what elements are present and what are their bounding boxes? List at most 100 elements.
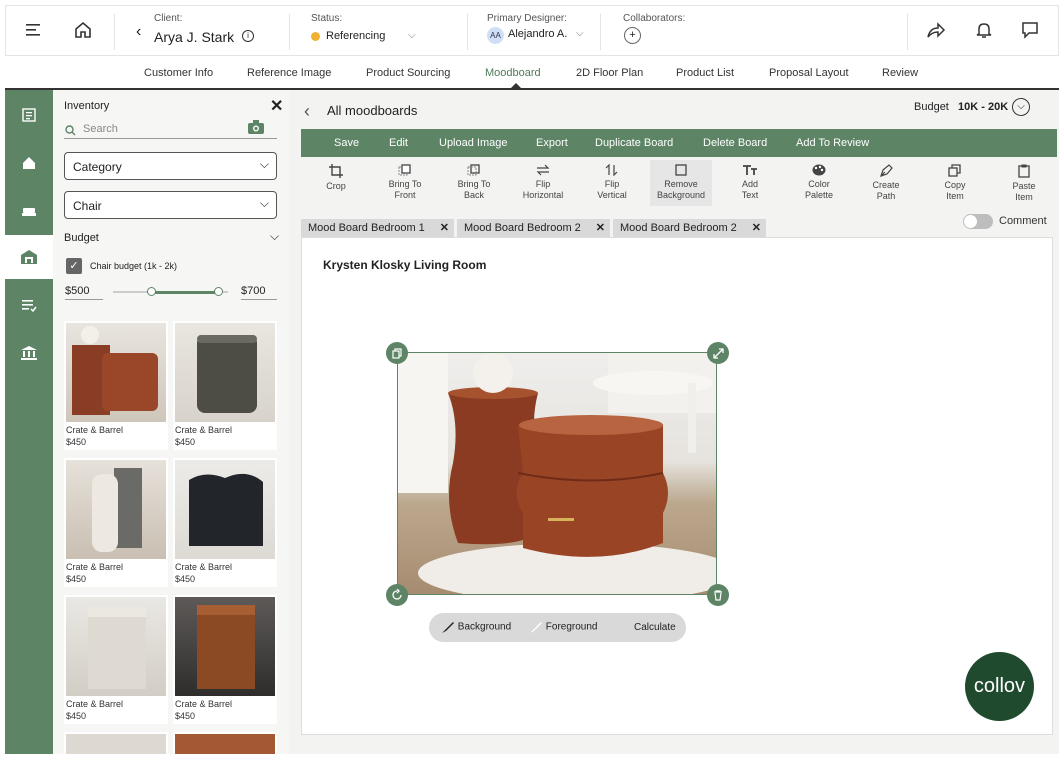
chair-budget-checkbox[interactable]: ✓	[66, 258, 82, 274]
min-price-input[interactable]: $500	[65, 285, 103, 300]
delete-handle[interactable]	[707, 584, 729, 606]
product-card[interactable]: Crate & Barrel $450	[173, 458, 277, 587]
search-input[interactable]: Search	[83, 123, 118, 135]
product-image	[175, 597, 275, 696]
chevron-down-icon[interactable]: ⌵	[408, 30, 416, 41]
close-icon[interactable]: ✕	[596, 221, 605, 234]
product-card[interactable]: Crate & Barrel $450	[64, 321, 168, 450]
rotate-handle[interactable]	[386, 584, 408, 606]
share-icon[interactable]	[926, 21, 946, 44]
board-tab[interactable]: Mood Board Bedroom 1 ✕	[301, 219, 454, 237]
tab-reference-image[interactable]: Reference Image	[247, 67, 331, 79]
tab-customer-info[interactable]: Customer Info	[144, 67, 213, 79]
chevron-down-icon[interactable]: ⌵	[576, 28, 584, 39]
moodboard-canvas[interactable]: Krysten Klosky Living Room Background Fo…	[301, 237, 1053, 735]
duplicate-board-button[interactable]: Duplicate Board	[595, 137, 673, 149]
all-moodboards-title[interactable]: All moodboards	[327, 103, 417, 118]
rail-item-checklist[interactable]	[5, 283, 53, 327]
status-dropdown[interactable]: Referencing	[326, 30, 385, 42]
bell-icon[interactable]	[975, 20, 993, 45]
menu-icon[interactable]	[26, 23, 42, 37]
background-brush-button[interactable]: Background	[441, 620, 511, 634]
foreground-label: Foreground	[545, 621, 598, 633]
back-chevron-icon[interactable]: ‹	[304, 101, 310, 122]
designer-name[interactable]: Alejandro A.	[508, 28, 567, 40]
comment-toggle[interactable]	[963, 214, 993, 229]
search-underline	[64, 138, 277, 139]
board-tab[interactable]: Mood Board Bedroom 2 ✕	[613, 219, 766, 237]
calculate-button[interactable]: Calculate	[634, 622, 676, 633]
rail-item-sofa[interactable]	[5, 189, 53, 233]
tab-product-list[interactable]: Product List	[676, 67, 734, 79]
tool-label: Flip	[604, 179, 620, 189]
close-icon[interactable]: ✕	[752, 221, 761, 234]
chair-select[interactable]: Chair ⌵	[64, 191, 277, 219]
foreground-brush-button[interactable]: Foreground	[529, 620, 597, 634]
rail-item-list[interactable]	[5, 93, 53, 137]
board-tab[interactable]: Mood Board Bedroom 2 ✕	[457, 219, 610, 237]
product-card[interactable]: Crate & Barrel $450	[64, 458, 168, 587]
product-card[interactable]: Crate & Barrel $450	[64, 595, 168, 724]
price-slider-track[interactable]	[113, 287, 228, 296]
tab-moodboard[interactable]: Moodboard	[485, 67, 541, 79]
flip-vertical-tool[interactable]: Flip Vertical	[581, 160, 643, 206]
tab-2d-floor-plan[interactable]: 2D Floor Plan	[576, 67, 643, 79]
category-select[interactable]: Category ⌵	[64, 152, 277, 180]
upload-image-button[interactable]: Upload Image	[439, 137, 508, 149]
tool-label: Front	[394, 190, 416, 200]
info-icon[interactable]: i	[242, 30, 254, 42]
price-slider-max-handle[interactable]	[213, 287, 223, 296]
tab-proposal-layout[interactable]: Proposal Layout	[769, 67, 849, 79]
remove-background-tool[interactable]: Remove Background	[650, 160, 712, 206]
selected-image-frame[interactable]	[397, 352, 717, 595]
close-icon[interactable]: ✕	[270, 96, 283, 116]
product-card[interactable]: Crate & Barrel $450	[173, 321, 277, 450]
inventory-title: Inventory	[64, 100, 110, 112]
create-path-tool[interactable]: Create Path	[855, 160, 917, 206]
delete-board-button[interactable]: Delete Board	[703, 137, 767, 149]
export-button[interactable]: Export	[536, 137, 568, 149]
add-text-tool[interactable]: Add Text	[719, 160, 781, 206]
tab-review[interactable]: Review	[882, 67, 918, 79]
budget-label: Budget	[64, 232, 99, 244]
product-price: $450	[66, 574, 87, 584]
toggle-knob	[964, 215, 977, 228]
flip-horizontal-icon	[536, 164, 550, 176]
tool-label: Add	[741, 179, 758, 189]
save-button[interactable]: Save	[334, 137, 359, 149]
rail-item-warehouse[interactable]	[5, 235, 53, 279]
chat-icon[interactable]	[1021, 21, 1041, 44]
product-image	[175, 460, 275, 559]
product-price: $450	[66, 437, 87, 447]
edit-button[interactable]: Edit	[389, 137, 408, 149]
rail-item-home[interactable]	[5, 141, 53, 185]
resize-handle[interactable]	[707, 342, 729, 364]
max-price-input[interactable]: $700	[241, 285, 277, 300]
product-card-partial[interactable]	[173, 732, 277, 754]
copy-item-tool[interactable]: Copy Item	[924, 160, 986, 206]
pen-icon	[880, 164, 893, 177]
product-image	[66, 734, 166, 754]
paste-item-tool[interactable]: Paste Item	[993, 160, 1055, 206]
color-palette-tool[interactable]: Color Palette	[788, 160, 850, 206]
budget-expand-icon[interactable]: ⌵	[1012, 98, 1030, 116]
add-collaborator-button[interactable]: +	[624, 27, 641, 44]
bring-to-front-tool[interactable]: Bring To Front	[374, 160, 436, 206]
budget-collapse-chevron-icon[interactable]: ⌵	[270, 229, 279, 244]
product-image	[175, 734, 275, 754]
rail-item-bank[interactable]	[5, 331, 53, 375]
product-card[interactable]: Crate & Barrel $450	[173, 595, 277, 724]
bring-to-back-tool[interactable]: Bring To Back	[443, 160, 505, 206]
home-icon[interactable]	[73, 20, 93, 45]
status-dot	[311, 32, 320, 41]
product-card-partial[interactable]	[64, 732, 168, 754]
add-to-review-button[interactable]: Add To Review	[796, 137, 869, 149]
tab-product-sourcing[interactable]: Product Sourcing	[366, 67, 450, 79]
duplicate-handle[interactable]	[386, 342, 408, 364]
price-slider-min-handle[interactable]	[146, 287, 156, 296]
close-icon[interactable]: ✕	[440, 221, 449, 234]
back-chevron-icon[interactable]: ‹	[136, 23, 141, 41]
tool-label: Background	[656, 190, 706, 200]
crop-tool[interactable]: Crop	[305, 160, 367, 206]
flip-horizontal-tool[interactable]: Flip Horizontal	[512, 160, 574, 206]
